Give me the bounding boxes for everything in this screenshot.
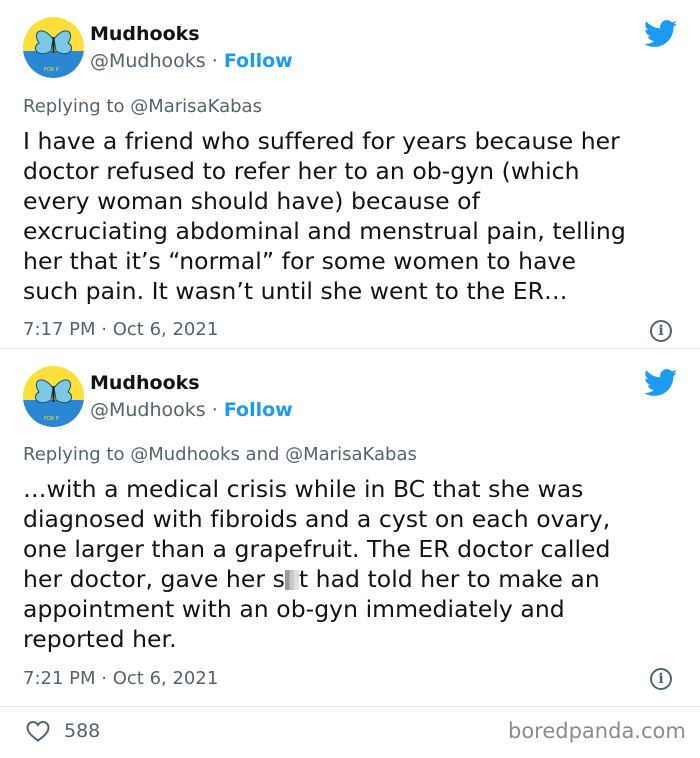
tweet-text-line: such pain. It wasn’t until she went to t… [23, 277, 568, 305]
censored-blur [284, 570, 299, 590]
tweet-timestamp[interactable]: 7:17 PM · Oct 6, 2021 [23, 319, 218, 340]
text-fragment: her doctor, gave her s [23, 565, 285, 593]
separator-dot: · [101, 319, 107, 340]
heart-icon[interactable] [26, 720, 50, 742]
tweet-text-line: reported her. [23, 625, 177, 653]
svg-text:FOR P: FOR P [44, 416, 59, 422]
author-handle[interactable]: @Mudhooks [90, 399, 206, 421]
tweet-text-line: appointment with an ob-gyn immediately a… [23, 595, 565, 623]
tweet-date: Oct 6, 2021 [112, 668, 219, 689]
tweet-date: Oct 6, 2021 [112, 319, 219, 340]
tweet-text-line: I have a friend who suffered for years b… [23, 127, 620, 155]
author-name[interactable]: Mudhooks [90, 23, 200, 45]
twitter-bird-icon[interactable] [644, 369, 678, 397]
avatar[interactable]: FOR P [23, 17, 84, 78]
author-handle[interactable]: @Mudhooks [90, 50, 206, 72]
info-icon[interactable]: i [650, 320, 672, 342]
tweet-text: …with a medical crisis while in BC that … [23, 474, 683, 654]
avatar[interactable]: FOR P [23, 366, 84, 427]
tweet-text-line: …with a medical crisis while in BC that … [23, 475, 584, 503]
replying-to: Replying to @MarisaKabas [23, 96, 262, 117]
tweet-text-line: her that it’s “normal” for some women to… [23, 247, 576, 275]
tweet-text-line: diagnosed with fibroids and a cyst on ea… [23, 505, 611, 533]
tweet-time: 7:21 PM [23, 668, 96, 689]
replying-to: Replying to @Mudhooks and @MarisaKabas [23, 444, 417, 465]
tweet-text-line: one larger than a grapefruit. The ER doc… [23, 535, 611, 563]
tweet-time: 7:17 PM [23, 319, 96, 340]
tweet-text: I have a friend who suffered for years b… [23, 126, 683, 306]
tweet-card: FOR P Mudhooks @Mudhooks · Follow Replyi… [0, 349, 700, 707]
follow-button[interactable]: Follow [224, 399, 293, 421]
text-fragment: t had told her to make an [298, 565, 600, 593]
separator-dot: · [101, 668, 107, 689]
like-count: 588 [64, 720, 101, 742]
author-name[interactable]: Mudhooks [90, 372, 200, 394]
reply-mention-link[interactable]: @Mudhooks and @MarisaKabas [130, 444, 417, 465]
info-icon[interactable]: i [650, 668, 672, 690]
separator-dot: · [211, 50, 218, 72]
replying-prefix: Replying to [23, 444, 125, 465]
replying-prefix: Replying to [23, 96, 125, 117]
twitter-bird-icon[interactable] [644, 20, 678, 48]
tweet-timestamp[interactable]: 7:21 PM · Oct 6, 2021 [23, 668, 218, 689]
watermark: boredpanda.com [508, 719, 686, 743]
tweet-text-line: doctor refused to refer her to an ob-gyn… [23, 157, 580, 185]
separator-dot: · [211, 399, 218, 421]
tweet-text-line: excruciating abdominal and menstrual pai… [23, 217, 626, 245]
follow-button[interactable]: Follow [224, 50, 293, 72]
tweet-text-line: her doctor, gave her s t had told her to … [23, 564, 683, 594]
handle-row: @Mudhooks · Follow [90, 50, 293, 72]
handle-row: @Mudhooks · Follow [90, 399, 293, 421]
tweet-text-line: every woman should have) because of [23, 187, 480, 215]
divider [0, 706, 700, 707]
tweet-card: FOR P Mudhooks @Mudhooks · Follow Replyi… [0, 0, 700, 349]
reply-mention-link[interactable]: @MarisaKabas [130, 96, 262, 117]
svg-text:FOR P: FOR P [44, 67, 59, 73]
